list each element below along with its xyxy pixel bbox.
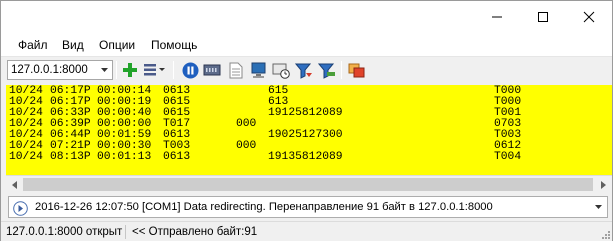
log-cell-time: 06:39P bbox=[50, 118, 91, 130]
log-cell-trunk: 000 bbox=[236, 140, 257, 152]
log-cell-duration: 00:00:00 bbox=[97, 118, 152, 130]
log-cell-duration: 00:00:30 bbox=[97, 140, 152, 152]
chevron-down-icon[interactable] bbox=[97, 61, 112, 79]
filter-arrow-icon[interactable] bbox=[317, 60, 337, 80]
address-select[interactable]: 127.0.0.1:8000 bbox=[7, 60, 113, 80]
log-cell-code: T000 bbox=[494, 85, 522, 97]
log-cell-duration: 00:01:59 bbox=[97, 129, 152, 141]
filter-icon[interactable] bbox=[294, 60, 314, 80]
log-cell-date: 10/24 bbox=[9, 129, 43, 141]
close-icon bbox=[583, 11, 595, 22]
toolbar-separator bbox=[116, 61, 117, 79]
device-icon[interactable] bbox=[202, 60, 222, 80]
pause-icon[interactable] bbox=[180, 60, 200, 80]
log-cell-time: 08:13P bbox=[50, 151, 91, 163]
log-cell-duration: 00:00:14 bbox=[97, 85, 152, 97]
log-cell-date: 10/24 bbox=[9, 151, 43, 163]
copy-windows-icon[interactable] bbox=[347, 60, 367, 80]
menu-view[interactable]: Вид bbox=[62, 38, 84, 52]
log-cell-date: 10/24 bbox=[9, 107, 43, 119]
menu-file[interactable]: Файл bbox=[18, 38, 48, 52]
log-cell-ext: 0615 bbox=[163, 96, 191, 108]
log-output[interactable]: 10/24 06:17P 00:00:14 0613 615 T000 10/24 06:17… bbox=[6, 85, 612, 175]
menu-bar: Файл Вид Опции Помощь bbox=[1, 32, 612, 57]
log-cell-time: 06:17P bbox=[50, 85, 91, 97]
horizontal-scrollbar[interactable] bbox=[6, 175, 612, 192]
log-cell-date: 10/24 bbox=[9, 96, 43, 108]
log-cell-duration: 00:00:19 bbox=[97, 96, 152, 108]
log-cell-ext: 0613 bbox=[163, 151, 191, 163]
address-value: 127.0.0.1:8000 bbox=[11, 64, 88, 76]
log-cell-date: 10/24 bbox=[9, 85, 43, 97]
log-cell-trunk: 000 bbox=[236, 118, 257, 130]
status-divider bbox=[125, 225, 126, 239]
toolbar-separator bbox=[173, 61, 174, 79]
log-cell-code: T000 bbox=[494, 96, 522, 108]
resize-grip-icon[interactable] bbox=[600, 229, 610, 239]
status-bar: 127.0.0.1:8000 открыт << Отправлено байт… bbox=[1, 221, 612, 241]
clock-device-icon[interactable] bbox=[271, 60, 291, 80]
info-arrow-icon bbox=[12, 200, 28, 216]
log-cell-time: 07:21P bbox=[50, 140, 91, 152]
title-bar bbox=[1, 1, 612, 32]
log-cell-duration: 00:00:40 bbox=[97, 107, 152, 119]
add-icon[interactable] bbox=[120, 60, 140, 80]
log-cell-code: T001 bbox=[494, 107, 522, 119]
minimize-button[interactable] bbox=[474, 1, 520, 32]
status-sent: << Отправлено байт:91 bbox=[132, 226, 258, 238]
log-cell-time: 06:44P bbox=[50, 129, 91, 141]
log-cell-ext: T003 bbox=[163, 140, 191, 152]
log-cell-code: 0703 bbox=[494, 118, 522, 130]
log-cell-number: 613 bbox=[268, 96, 289, 108]
log-cell-code: T004 bbox=[494, 151, 522, 163]
menu-help[interactable]: Помощь bbox=[151, 38, 197, 52]
document-icon[interactable] bbox=[226, 60, 246, 80]
log-cell-date: 10/24 bbox=[9, 140, 43, 152]
chevron-down-icon[interactable] bbox=[590, 197, 607, 217]
log-cell-ext: 0613 bbox=[163, 85, 191, 97]
log-cell-code: T003 bbox=[494, 129, 522, 141]
log-cell-ext: 0615 bbox=[163, 107, 191, 119]
log-cell-time: 06:17P bbox=[50, 96, 91, 108]
log-cell-number: 615 bbox=[268, 85, 289, 97]
log-cell-code: 0612 bbox=[494, 140, 522, 152]
log-cell-number: 19125812089 bbox=[268, 107, 343, 119]
status-connection: 127.0.0.1:8000 открыт bbox=[6, 226, 123, 238]
toolbar: 127.0.0.1:8000 bbox=[1, 57, 612, 83]
log-cell-number: 19135812089 bbox=[268, 151, 343, 163]
scroll-left-icon[interactable] bbox=[6, 176, 23, 193]
log-cell-time: 06:33P bbox=[50, 107, 91, 119]
message-dropdown[interactable]: 2016-12-26 12:07:50 [COM1] Data redirect… bbox=[8, 196, 608, 218]
log-cell-duration: 00:01:13 bbox=[97, 151, 152, 163]
maximize-icon bbox=[538, 11, 548, 22]
maximize-button[interactable] bbox=[520, 1, 566, 32]
log-cell-ext: T017 bbox=[163, 118, 191, 130]
toolbar-separator bbox=[341, 61, 342, 79]
app-window: Файл Вид Опции Помощь 127.0.0.1:8000 10/… bbox=[0, 0, 613, 241]
log-cell-ext: 0613 bbox=[163, 129, 191, 141]
log-cell-date: 10/24 bbox=[9, 118, 43, 130]
computer-icon[interactable] bbox=[249, 60, 269, 80]
log-cell-number: 19025127300 bbox=[268, 129, 343, 141]
scroll-right-icon[interactable] bbox=[595, 176, 612, 193]
minimize-icon bbox=[492, 16, 502, 17]
list-view-icon[interactable] bbox=[142, 60, 168, 80]
message-text: 2016-12-26 12:07:50 [COM1] Data redirect… bbox=[35, 201, 493, 213]
close-button[interactable] bbox=[566, 1, 612, 32]
scrollbar-thumb[interactable] bbox=[23, 178, 593, 191]
menu-options[interactable]: Опции bbox=[99, 38, 135, 52]
